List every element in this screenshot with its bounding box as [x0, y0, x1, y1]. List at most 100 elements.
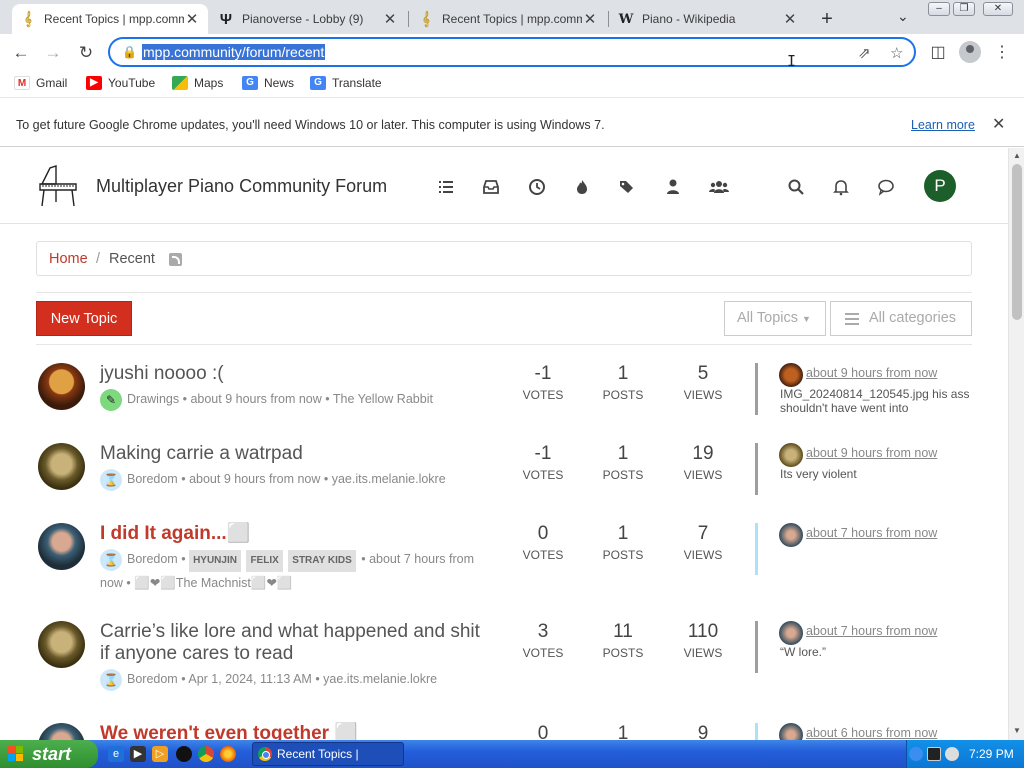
tab-pianoverse[interactable]: Ψ Pianoverse - Lobby (9) ✕ — [210, 4, 406, 34]
teaser-timestamp-link[interactable]: about 9 hours from now — [806, 366, 937, 380]
scrollbar-thumb[interactable] — [1012, 164, 1022, 320]
tab-recent-topics-2[interactable]: 𝄞 Recent Topics | mpp.community ✕ — [410, 4, 606, 34]
scroll-up-arrow-icon[interactable]: ▲ — [1013, 151, 1021, 160]
close-icon[interactable]: ✕ — [782, 10, 798, 28]
author-link[interactable]: The Yellow Rabbit — [333, 392, 433, 406]
lock-icon[interactable]: 🔒 — [122, 45, 137, 59]
url-text[interactable]: mpp.community/forum/recent — [142, 44, 326, 60]
close-icon[interactable]: ✕ — [582, 10, 598, 28]
teaser-text[interactable]: Its very violent — [780, 467, 980, 481]
teaser-timestamp-link[interactable]: about 6 hours from now — [806, 726, 937, 740]
spinner-icon[interactable]: ⌛ — [100, 468, 122, 491]
teaser-timestamp-link[interactable]: about 9 hours from now — [806, 446, 937, 460]
chat-icon[interactable] — [877, 178, 895, 196]
network-icon[interactable] — [927, 747, 941, 761]
share-icon[interactable]: ⇗ — [858, 44, 871, 62]
minimize-button[interactable]: – — [928, 2, 950, 16]
bell-notifications-icon[interactable] — [832, 178, 850, 196]
new-topic-button[interactable]: New Topic — [36, 301, 132, 336]
teaser-timestamp-link[interactable]: about 7 hours from now — [806, 624, 937, 638]
spinner-icon[interactable]: ⌛ — [100, 548, 122, 571]
bookmark-translate[interactable]: G Translate — [310, 76, 382, 90]
topic-title[interactable]: jyushi noooo :( — [100, 363, 490, 385]
close-icon[interactable]: ✕ — [992, 114, 1005, 134]
category-link[interactable]: Boredom — [127, 672, 178, 686]
author-link[interactable]: yae.its.melanie.lokre — [323, 672, 437, 686]
avatar[interactable] — [38, 443, 85, 490]
start-button[interactable]: start — [0, 740, 98, 768]
topic-title[interactable]: I did It again...⬜ — [100, 523, 490, 545]
new-tab-button[interactable]: + — [817, 8, 837, 31]
more-menu-icon[interactable]: ⋮ — [992, 42, 1012, 62]
all-topics-dropdown[interactable]: All Topics ▼ — [724, 301, 826, 336]
bookmark-star-icon[interactable]: ☆ — [890, 44, 903, 62]
firefox-icon[interactable] — [220, 746, 236, 762]
volume-icon[interactable] — [945, 747, 959, 761]
search-icon[interactable] — [787, 178, 805, 196]
profile-avatar-icon[interactable] — [959, 41, 981, 63]
apple-icon[interactable] — [176, 746, 192, 762]
avatar[interactable] — [779, 723, 803, 740]
topic-timestamp[interactable]: about 9 hours from now — [189, 472, 320, 486]
window-close-button[interactable]: ✕ — [983, 2, 1013, 16]
category-link[interactable]: Drawings — [127, 392, 179, 406]
page-scrollbar[interactable]: ▲ ▼ — [1008, 148, 1024, 740]
tab-recent-topics-1[interactable]: 𝄞 Recent Topics | mpp.community ✕ — [12, 4, 208, 34]
topic-title[interactable]: Carrie’s like lore and what happened and… — [100, 621, 490, 665]
taskbar-window-button[interactable]: Recent Topics | mpp.c... — [252, 742, 404, 766]
topic-title[interactable]: Making carrie a watrpad — [100, 443, 490, 465]
bookmark-news[interactable]: G News — [242, 76, 294, 90]
rss-feed-icon[interactable] — [169, 253, 182, 266]
media-player-icon[interactable]: ▶ — [130, 746, 146, 762]
reload-icon[interactable]: ↻ — [75, 42, 97, 64]
close-icon[interactable]: ✕ — [184, 10, 200, 28]
groups-icon[interactable] — [709, 178, 729, 196]
restore-button[interactable]: ❐ — [953, 2, 975, 16]
media-app-icon[interactable]: ▷ — [152, 746, 168, 762]
forward-arrow-icon[interactable]: → — [42, 42, 64, 64]
bookmark-youtube[interactable]: ▶ YouTube — [86, 76, 155, 90]
tags-icon[interactable] — [618, 178, 636, 196]
avatar[interactable] — [38, 723, 85, 740]
categories-list-icon[interactable] — [437, 178, 455, 196]
tray-expand-icon[interactable] — [909, 747, 923, 761]
site-title[interactable]: Multiplayer Piano Community Forum — [96, 176, 387, 197]
topic-timestamp[interactable]: about 9 hours from now — [190, 392, 321, 406]
avatar[interactable] — [38, 621, 85, 668]
tag[interactable]: FELIX — [246, 550, 283, 572]
fire-popular-icon[interactable] — [573, 178, 591, 196]
category-link[interactable]: Boredom — [127, 552, 178, 566]
bookmark-gmail[interactable]: M Gmail — [14, 76, 67, 90]
avatar[interactable] — [38, 523, 85, 570]
author-link[interactable]: ⬜❤⬜The Machnist⬜❤⬜ — [134, 576, 292, 590]
topic-timestamp[interactable]: Apr 1, 2024, 11:13 AM — [188, 672, 311, 686]
avatar[interactable] — [779, 363, 803, 387]
teaser-timestamp-link[interactable]: about 7 hours from now — [806, 526, 937, 540]
tag[interactable]: HYUNJIN — [189, 550, 241, 572]
internet-explorer-icon[interactable]: e — [108, 746, 124, 762]
spinner-icon[interactable]: ⌛ — [100, 668, 122, 691]
avatar[interactable] — [779, 443, 803, 467]
category-link[interactable]: Boredom — [127, 472, 178, 486]
side-panel-icon[interactable]: ◫ — [928, 42, 948, 62]
author-link[interactable]: yae.its.melanie.lokre — [332, 472, 446, 486]
pencil-icon[interactable]: ✎ — [100, 388, 122, 411]
teaser-text[interactable]: “W lore.” — [780, 645, 980, 659]
grand-piano-logo-icon[interactable] — [36, 162, 80, 210]
tab-wikipedia[interactable]: W Piano - Wikipedia ✕ — [610, 4, 806, 34]
chrome-icon[interactable] — [198, 746, 214, 762]
avatar[interactable] — [38, 363, 85, 410]
close-icon[interactable]: ✕ — [382, 10, 398, 28]
tag[interactable]: STRAY KIDS — [288, 550, 356, 572]
scroll-down-arrow-icon[interactable]: ▼ — [1013, 726, 1021, 735]
avatar[interactable] — [779, 621, 803, 645]
topic-title[interactable]: We weren't even together ⬜ — [100, 723, 490, 740]
all-categories-dropdown[interactable]: All categories — [830, 301, 972, 336]
teaser-text[interactable]: IMG_20240814_120545.jpg his ass shouldn'… — [780, 387, 980, 415]
user-avatar[interactable]: P — [924, 170, 956, 202]
bookmark-maps[interactable]: Maps — [172, 76, 223, 90]
inbox-icon[interactable] — [482, 178, 500, 196]
back-arrow-icon[interactable]: ← — [10, 42, 32, 64]
user-icon[interactable] — [664, 178, 682, 196]
avatar[interactable] — [779, 523, 803, 547]
